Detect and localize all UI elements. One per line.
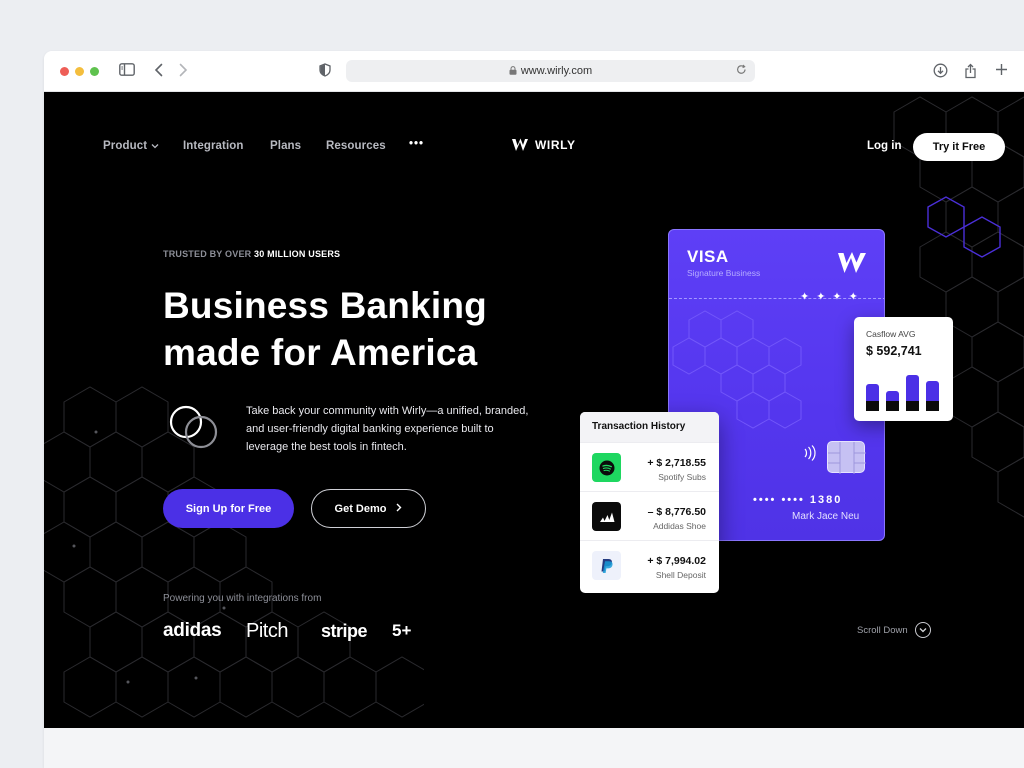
card-holder: Mark Jace Neu: [792, 511, 860, 522]
cashflow-widget: Casflow AVG $ 592,741: [854, 317, 953, 421]
cashflow-bar-chart: [866, 371, 942, 411]
transaction-row[interactable]: – $ 8,776.50 Addidas Shoe: [580, 491, 719, 540]
cashflow-bar: [886, 391, 899, 411]
reload-icon[interactable]: [736, 64, 747, 78]
transaction-history-title: Transaction History: [580, 412, 719, 442]
headline-line-2: made for America: [163, 332, 478, 373]
card-tier: Signature Business: [687, 268, 761, 278]
transaction-amount-text: + $ 7,994.02: [647, 555, 706, 567]
brand-name: WIRLY: [535, 138, 576, 152]
get-demo-button[interactable]: Get Demo: [311, 489, 426, 528]
nav-resources[interactable]: Resources: [326, 140, 386, 152]
wirly-logo-icon: [512, 138, 528, 151]
page-below-fold: [44, 728, 1024, 768]
cashflow-label: Casflow AVG: [866, 329, 916, 339]
new-tab-icon[interactable]: [995, 63, 1008, 76]
transaction-history-panel: Transaction History + $ 2,718.55 Spotify…: [580, 412, 719, 593]
card-network: VISA: [687, 247, 729, 266]
browser-toolbar: www.wirly.com: [44, 51, 1024, 92]
hero-description: Take back your community with Wirly—a un…: [246, 405, 529, 453]
nav-product[interactable]: Product: [103, 140, 159, 152]
nav-plans[interactable]: Plans: [270, 140, 301, 152]
chevron-right-icon: [396, 503, 402, 515]
nav-integration-label: Integration: [183, 140, 244, 152]
trusted-highlight: 30 MILLION USERS: [254, 249, 341, 259]
lock-icon: [509, 65, 517, 77]
url-text: www.wirly.com: [520, 65, 593, 77]
stripe-logo: stripe: [321, 621, 368, 641]
transaction-row[interactable]: + $ 2,718.55 Spotify Subs: [580, 442, 719, 491]
transaction-amount: + $ 2,718.55: [647, 457, 708, 469]
transaction-description: Shell Deposit: [655, 570, 706, 580]
transaction-description: Spotify Subs: [658, 472, 706, 482]
nav-product-label: Product: [103, 140, 148, 152]
spotify-icon: [592, 453, 621, 482]
trusted-prefix: TRUSTED BY OVER: [163, 249, 255, 259]
transaction-amount: – $ 8,776.50: [647, 506, 706, 518]
browser-window: www.wirly.com Product Integration Plans …: [44, 51, 1024, 768]
more-menu-icon[interactable]: •••: [409, 138, 424, 150]
sign-up-button[interactable]: Sign Up for Free: [163, 489, 294, 528]
pitch-logo: Pitch: [246, 620, 288, 642]
scroll-down-button[interactable]: Scroll Down: [857, 622, 931, 638]
transaction-amount: + $ 7,994.02: [647, 555, 708, 567]
privacy-shield-icon[interactable]: [319, 63, 331, 77]
maximize-window-button[interactable]: [90, 67, 99, 76]
transaction-description: Addidas Shoe: [653, 521, 706, 531]
address-bar[interactable]: www.wirly.com: [346, 60, 755, 82]
scroll-down-label: Scroll Down: [857, 624, 908, 636]
cashflow-value: $ 592,741: [866, 344, 922, 358]
more-label: •••: [409, 138, 425, 150]
hero-headline: Business Banking made for America: [163, 282, 563, 376]
trusted-tagline: TRUSTED BY OVER 30 MILLION USERS: [163, 249, 340, 259]
cashflow-bar: [866, 384, 879, 411]
headline-line-1: Business Banking: [163, 285, 487, 326]
transaction-row[interactable]: + $ 7,994.02 Shell Deposit: [580, 540, 719, 589]
back-icon[interactable]: [154, 63, 164, 77]
close-window-button[interactable]: [60, 67, 69, 76]
more-integrations-count: 5+: [392, 621, 412, 640]
sidebar-toggle-icon[interactable]: [119, 63, 135, 76]
chevron-down-icon: [151, 140, 159, 152]
adidas-logo: adidas: [163, 620, 222, 641]
login-link[interactable]: Log in: [867, 140, 902, 152]
cashflow-bar: [926, 381, 939, 411]
nav-integration[interactable]: Integration: [183, 140, 244, 152]
download-icon[interactable]: [933, 63, 948, 78]
paypal-icon: [592, 551, 621, 580]
adidas-icon: [592, 502, 621, 531]
card-stars: ✦✦✦✦: [800, 291, 865, 303]
transaction-amount-text: + $ 2,718.55: [647, 457, 706, 469]
integrations-label: Powering you with integrations from: [163, 593, 322, 604]
try-free-button[interactable]: Try it Free: [913, 133, 1005, 161]
nav-resources-label: Resources: [326, 140, 386, 152]
get-demo-label: Get Demo: [334, 502, 387, 515]
nav-plans-label: Plans: [270, 140, 302, 152]
cashflow-bar: [906, 375, 919, 411]
card-brand-icon: [838, 252, 866, 273]
linked-rings-icon: [169, 405, 218, 449]
contactless-icon: [802, 445, 816, 464]
card-chip-icon: [827, 441, 866, 474]
chevron-down-circle-icon: [914, 622, 931, 638]
forward-icon[interactable]: [178, 63, 188, 77]
share-icon[interactable]: [964, 63, 977, 79]
brand-logo[interactable]: WIRLY: [511, 138, 576, 152]
web-page: Product Integration Plans Resources ••• …: [44, 92, 1024, 728]
card-number: •••• •••• 1380: [753, 494, 843, 506]
minimize-window-button[interactable]: [75, 67, 84, 76]
